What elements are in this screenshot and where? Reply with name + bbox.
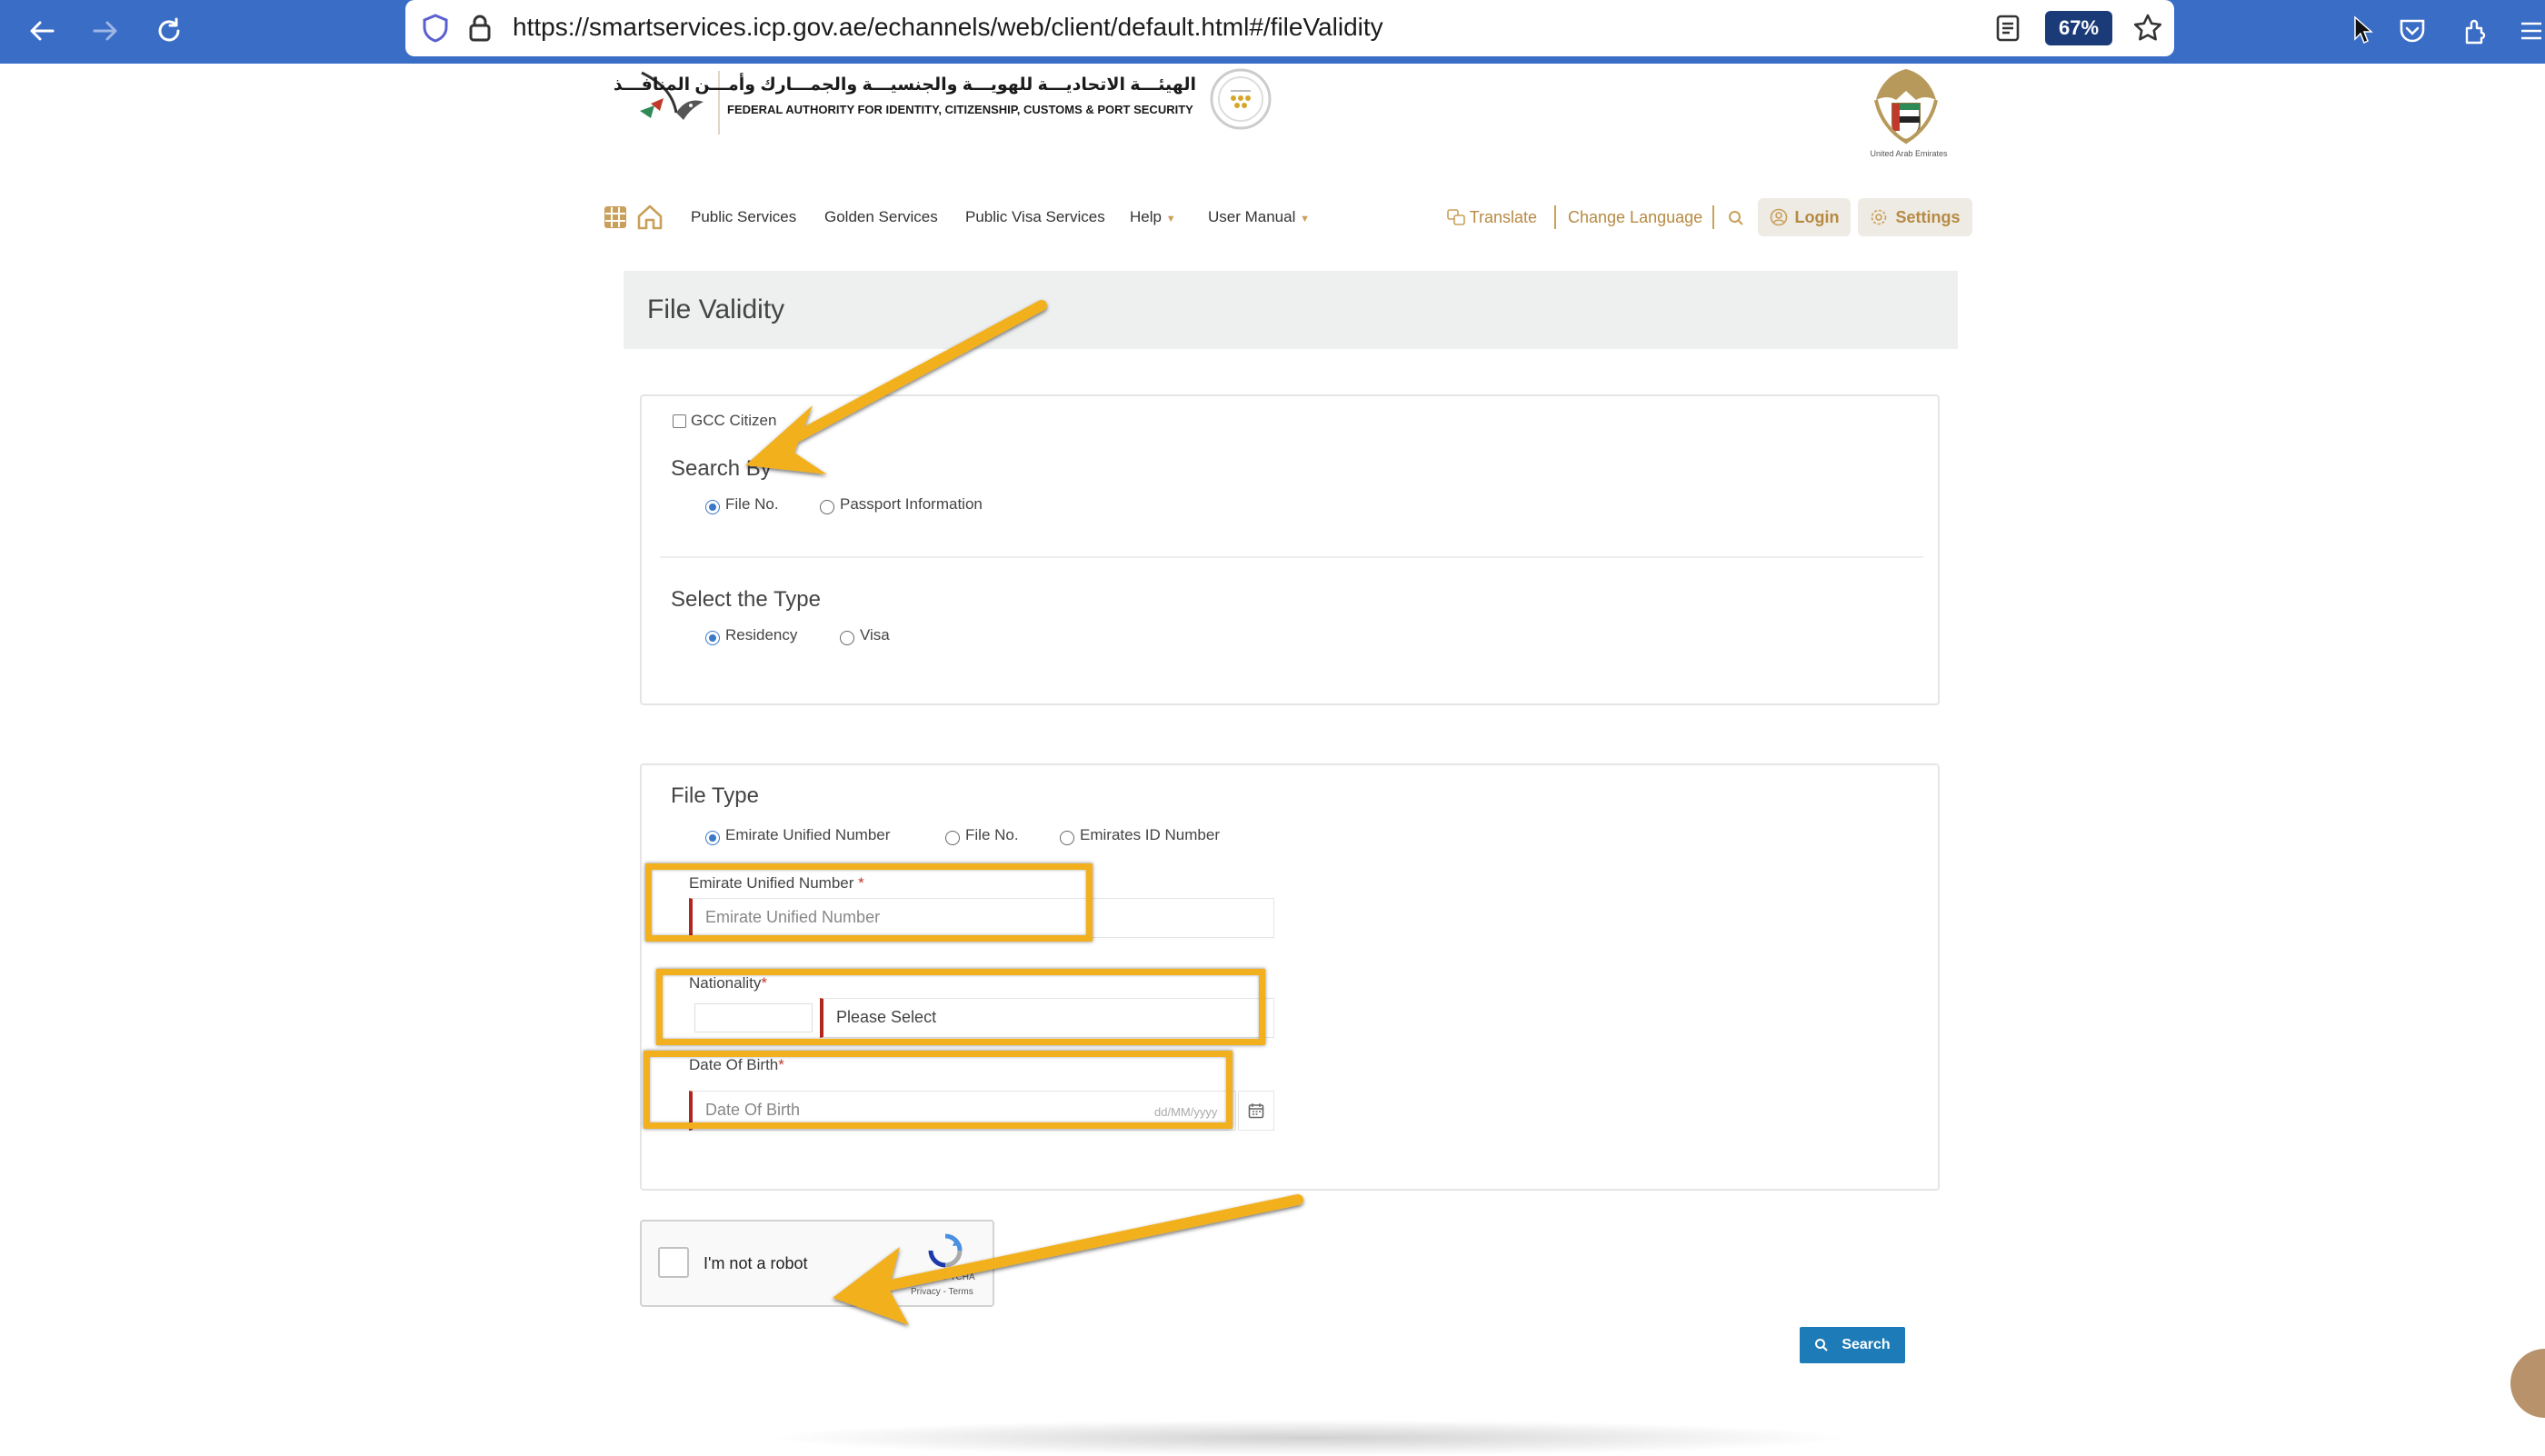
lock-icon[interactable] xyxy=(464,11,496,45)
reload-icon[interactable] xyxy=(151,13,187,49)
url-text[interactable]: https://smartservices.icp.gov.ae/echanne… xyxy=(513,13,1383,42)
nav-help[interactable]: Help ▼ xyxy=(1130,208,1176,226)
search-icon xyxy=(1814,1338,1829,1352)
forward-arrow-icon[interactable] xyxy=(87,13,124,49)
nav-golden-services[interactable]: Golden Services xyxy=(824,208,938,226)
search-button[interactable]: Search xyxy=(1800,1327,1905,1363)
nav-user-manual[interactable]: User Manual ▼ xyxy=(1208,208,1310,226)
address-bar[interactable]: https://smartservices.icp.gov.ae/echanne… xyxy=(405,0,2174,56)
search-by-file-no-radio[interactable] xyxy=(705,500,720,514)
reader-view-icon[interactable] xyxy=(1992,13,2023,44)
browser-toolbar: https://smartservices.icp.gov.ae/echanne… xyxy=(0,0,2545,64)
recaptcha-logo-icon xyxy=(925,1232,965,1269)
file-type-file-no-radio[interactable] xyxy=(945,831,960,845)
pocket-icon[interactable] xyxy=(2394,13,2430,49)
settings-button[interactable]: Settings xyxy=(1858,198,1972,236)
file-type-unified-label[interactable]: Emirate Unified Number xyxy=(725,826,890,844)
search-icon[interactable] xyxy=(1725,207,1747,229)
recaptcha-label: I'm not a robot xyxy=(704,1254,808,1272)
page-title: File Validity xyxy=(647,294,785,324)
user-icon xyxy=(1770,208,1788,226)
highlight-unified-number xyxy=(645,863,1093,942)
star-icon[interactable] xyxy=(2131,11,2165,45)
type-visa-radio[interactable] xyxy=(840,631,854,645)
recaptcha-checkbox[interactable] xyxy=(658,1247,689,1278)
file-type-emirates-id-radio[interactable] xyxy=(1060,831,1074,845)
search-by-file-no-label[interactable]: File No. xyxy=(725,495,779,514)
translate-link[interactable]: Translate xyxy=(1447,208,1537,227)
recaptcha-links[interactable]: Privacy - Terms xyxy=(911,1287,973,1297)
type-residency-radio[interactable] xyxy=(705,631,720,645)
nav-public-services[interactable]: Public Services xyxy=(691,208,796,226)
bottom-shadow xyxy=(764,1420,1854,1456)
recaptcha-brand: reCAPTCHA xyxy=(923,1272,975,1282)
nav-user-manual-label: User Manual xyxy=(1208,208,1296,225)
file-type-title: File Type xyxy=(671,783,759,808)
calendar-icon xyxy=(1248,1102,1264,1119)
translate-icon xyxy=(1447,209,1465,225)
file-type-emirates-id-label[interactable]: Emirates ID Number xyxy=(1080,826,1220,844)
nav-public-visa-services[interactable]: Public Visa Services xyxy=(965,208,1105,226)
page-title-bar: File Validity xyxy=(624,271,1958,349)
type-residency-label[interactable]: Residency xyxy=(725,626,797,644)
type-visa-label[interactable]: Visa xyxy=(860,626,890,644)
nav-separator xyxy=(1554,205,1556,229)
gear-icon xyxy=(1870,208,1888,226)
file-type-file-no-label[interactable]: File No. xyxy=(965,826,1019,844)
authority-seal-logo xyxy=(1209,67,1272,131)
login-button[interactable]: Login xyxy=(1758,198,1851,236)
select-type-title: Select the Type xyxy=(671,587,821,612)
highlight-dob xyxy=(644,1051,1233,1129)
highlight-nationality xyxy=(656,969,1265,1045)
nav-separator xyxy=(1712,205,1714,229)
emblem-caption: United Arab Emirates xyxy=(1870,149,1948,158)
caret-down-icon: ▼ xyxy=(1165,214,1176,224)
back-arrow-icon[interactable] xyxy=(24,13,60,49)
calendar-button[interactable] xyxy=(1238,1091,1274,1131)
search-criteria-panel: GCC Citizen Search By File No. Passport … xyxy=(640,394,1940,705)
menu-icon[interactable] xyxy=(2518,13,2545,49)
grid-menu-icon[interactable] xyxy=(604,205,627,229)
chat-assistant-icon[interactable] xyxy=(2510,1349,2545,1418)
change-language-link[interactable]: Change Language xyxy=(1568,208,1702,227)
settings-label: Settings xyxy=(1895,207,1961,226)
section-divider xyxy=(660,556,1923,558)
search-by-title: Search By xyxy=(671,456,772,481)
translate-label: Translate xyxy=(1469,208,1538,226)
gcc-citizen-label[interactable]: GCC Citizen xyxy=(691,412,776,430)
search-by-passport-label[interactable]: Passport Information xyxy=(840,495,983,514)
search-button-label: Search xyxy=(1841,1337,1891,1352)
mouse-cursor-icon xyxy=(2352,15,2374,45)
file-type-unified-radio[interactable] xyxy=(705,831,720,845)
zoom-level-badge[interactable]: 67% xyxy=(2045,11,2112,45)
extensions-icon[interactable] xyxy=(2458,13,2494,49)
authority-name-arabic: الهيئـــة الاتحاديـــة للهويـــة والجنسي… xyxy=(613,75,1196,95)
search-by-passport-radio[interactable] xyxy=(820,500,834,514)
home-icon[interactable] xyxy=(636,204,664,231)
nav-help-label: Help xyxy=(1130,208,1162,225)
recaptcha-widget: I'm not a robot reCAPTCHA Privacy - Term… xyxy=(640,1220,994,1307)
gcc-citizen-checkbox[interactable] xyxy=(673,414,686,428)
caret-down-icon: ▼ xyxy=(1300,214,1310,224)
shield-icon[interactable] xyxy=(418,11,453,45)
login-label: Login xyxy=(1794,207,1840,226)
authority-name-english: FEDERAL AUTHORITY FOR IDENTITY, CITIZENS… xyxy=(727,103,1193,116)
